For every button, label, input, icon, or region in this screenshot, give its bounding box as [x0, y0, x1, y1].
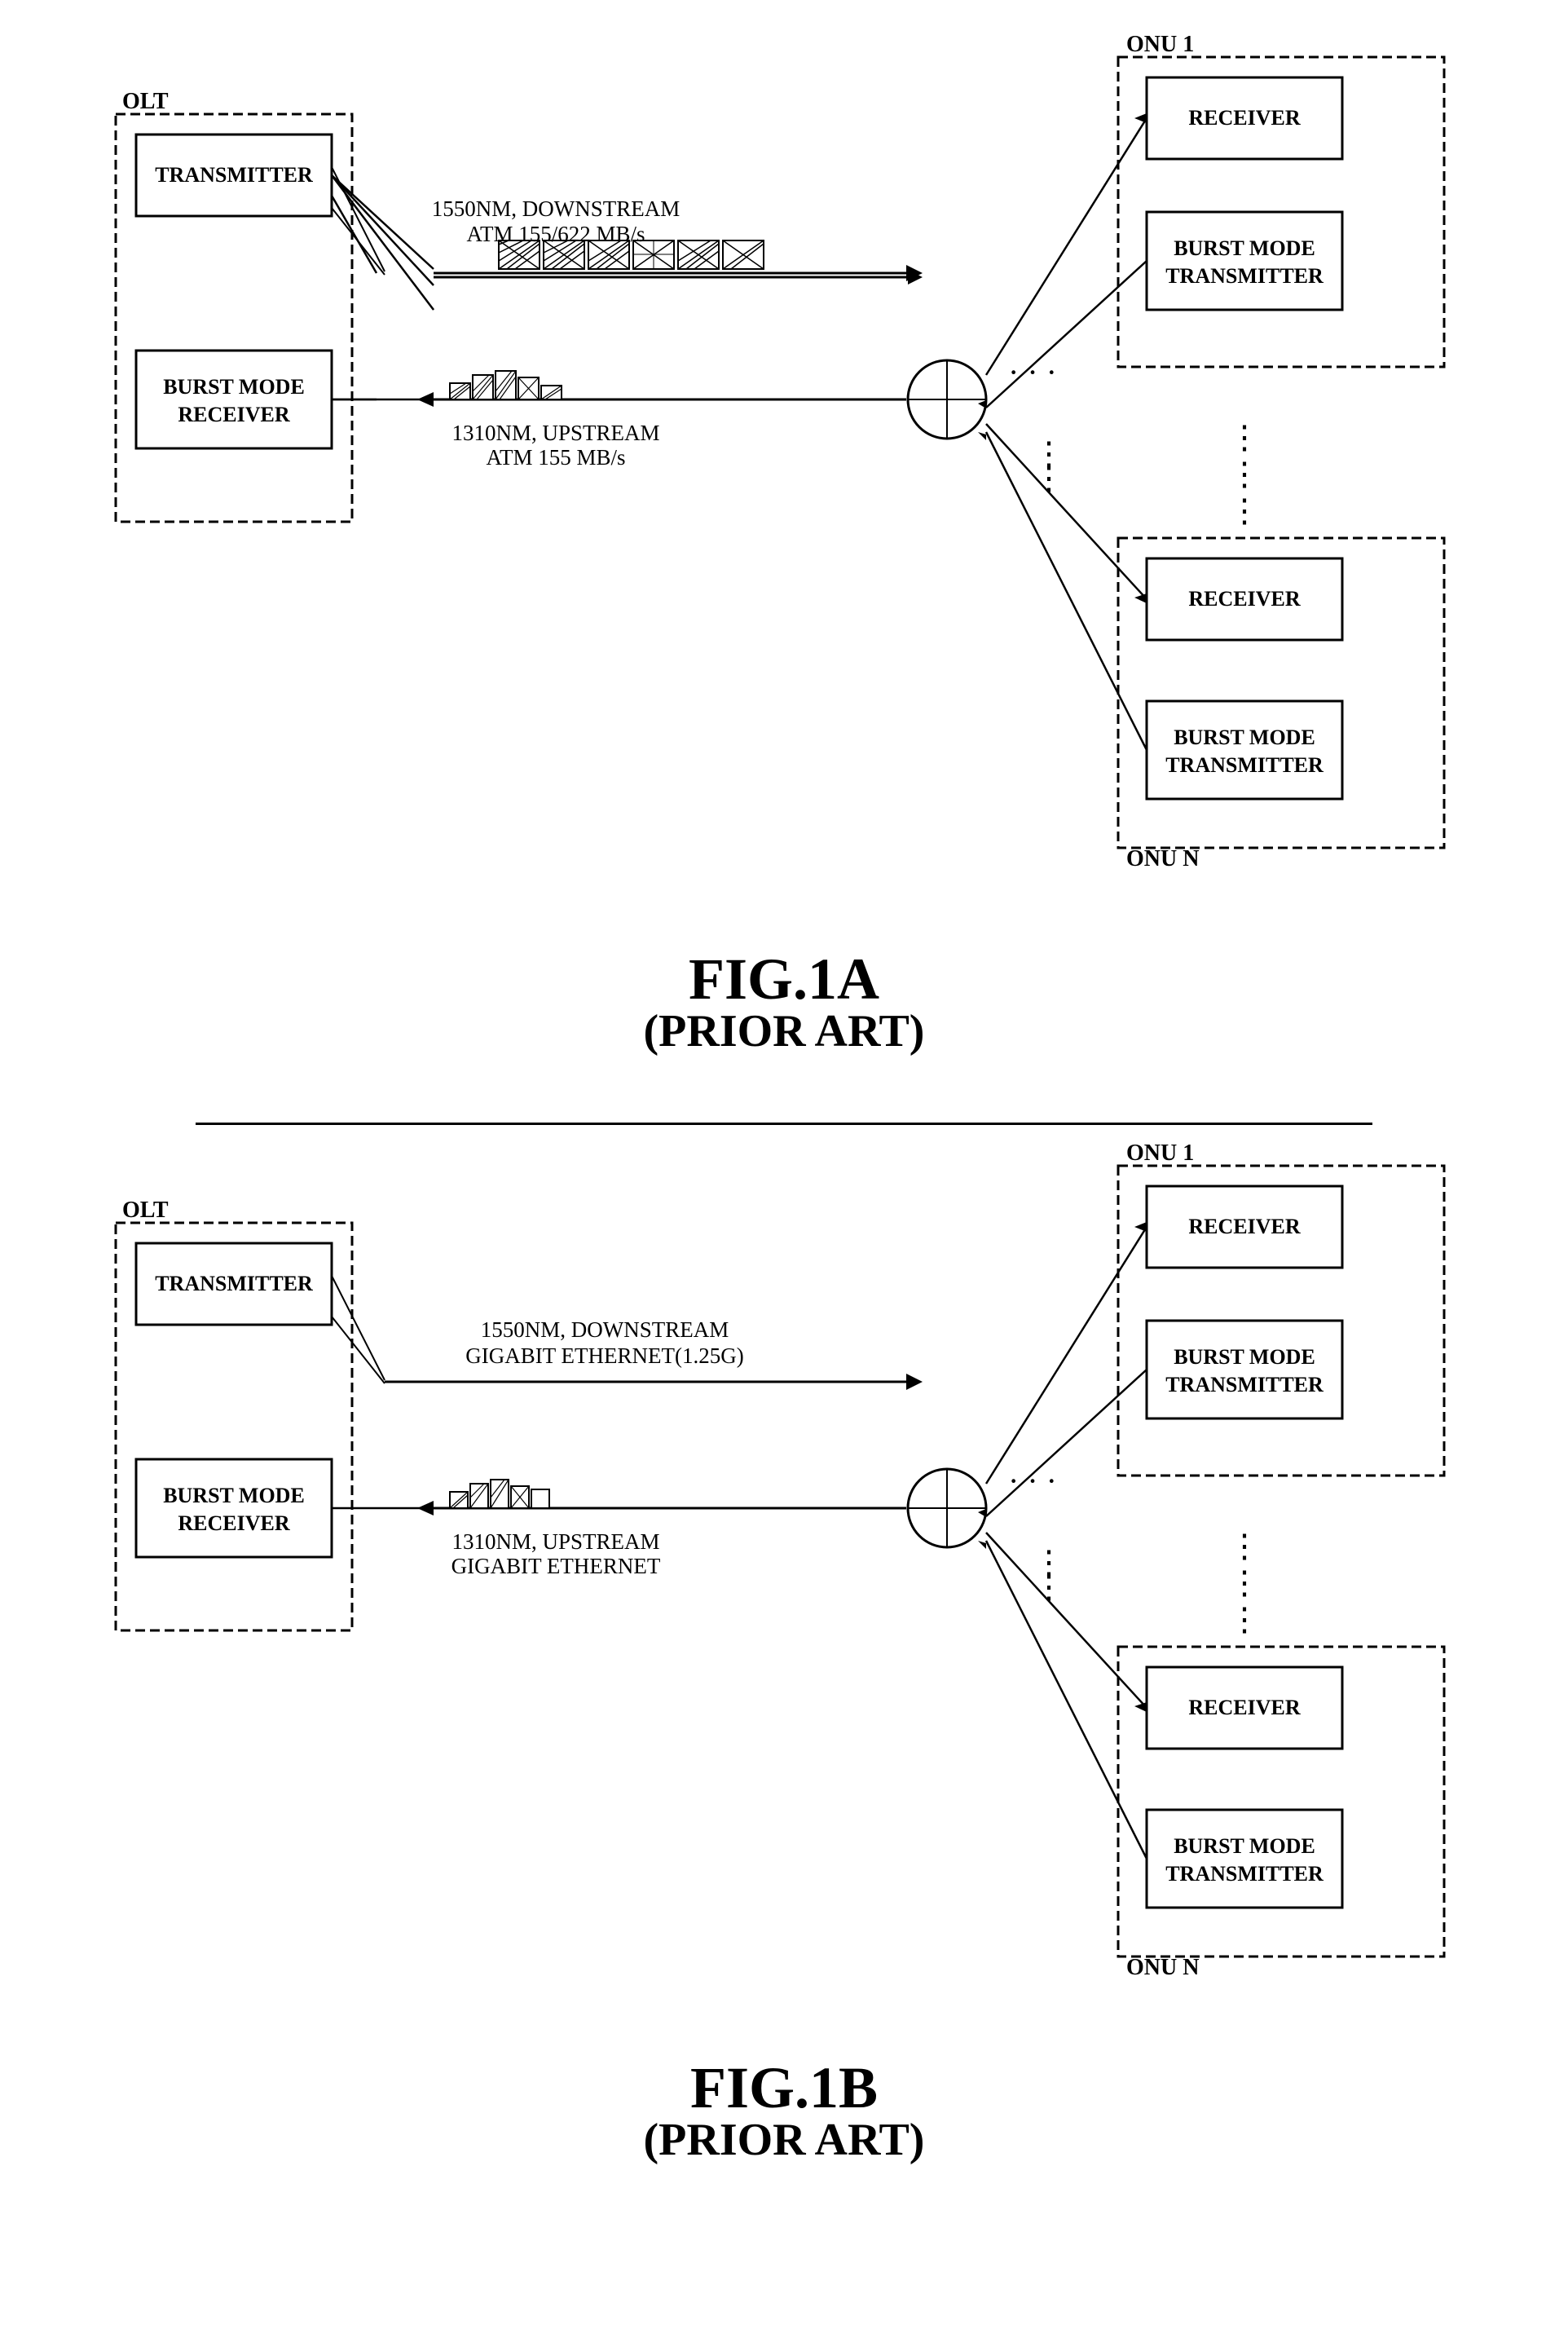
svg-text:GIGABIT ETHERNET: GIGABIT ETHERNET [451, 1554, 661, 1578]
svg-text:BURST MODE: BURST MODE [163, 375, 305, 399]
svg-text:TRANSMITTER: TRANSMITTER [1165, 753, 1324, 777]
fig1b-number: FIG.1B [644, 2054, 925, 2122]
svg-text:⋮: ⋮ [1228, 1528, 1261, 1564]
fig1a-sub: (PRIOR ART) [644, 1005, 925, 1057]
svg-text:BURST MODE: BURST MODE [1174, 1345, 1315, 1369]
svg-text:⋮: ⋮ [1228, 419, 1261, 456]
fig1a-section: OLT TRANSMITTER BURST MODE RECEIVER ONU … [49, 33, 1519, 1057]
svg-text:ONU N: ONU N [1126, 846, 1199, 871]
svg-text:RECEIVER: RECEIVER [1188, 1696, 1300, 1719]
svg-text:ONU 1: ONU 1 [1126, 32, 1194, 57]
svg-text:RECEIVER: RECEIVER [178, 403, 289, 426]
svg-text:⋮: ⋮ [1228, 456, 1261, 492]
svg-text:ATM 155 MB/s: ATM 155 MB/s [486, 445, 625, 470]
svg-text:⋮: ⋮ [1228, 1564, 1261, 1601]
svg-text:TRANSMITTER: TRANSMITTER [1165, 1373, 1324, 1396]
fig1a-number: FIG.1A [644, 946, 925, 1013]
svg-text:RECEIVER: RECEIVER [1188, 1215, 1300, 1238]
svg-text:BURST MODE: BURST MODE [163, 1484, 305, 1507]
svg-text:BURST MODE: BURST MODE [1174, 1834, 1315, 1858]
svg-text:1550NM, DOWNSTREAM: 1550NM, DOWNSTREAM [481, 1317, 729, 1342]
fig1b-sub: (PRIOR ART) [644, 2114, 925, 2166]
svg-text:TRANSMITTER: TRANSMITTER [155, 163, 313, 187]
svg-text:OLT: OLT [122, 89, 169, 114]
svg-text:1550NM, DOWNSTREAM: 1550NM, DOWNSTREAM [432, 196, 680, 221]
svg-text:· · ·: · · · [1008, 1462, 1057, 1499]
fig1a-caption: FIG.1A (PRIOR ART) [644, 946, 925, 1057]
svg-text:GIGABIT ETHERNET(1.25G): GIGABIT ETHERNET(1.25G) [465, 1343, 743, 1368]
svg-text:ONU 1: ONU 1 [1126, 1140, 1194, 1166]
fig1b-caption: FIG.1B (PRIOR ART) [644, 2054, 925, 2166]
divider [196, 1123, 1372, 1125]
fig1b-section: OLT TRANSMITTER BURST MODE RECEIVER ONU … [49, 1141, 1519, 2166]
svg-text:RECEIVER: RECEIVER [1188, 106, 1300, 130]
svg-text:⋮: ⋮ [1228, 1601, 1261, 1638]
svg-text:ATM 155/622 MB/s: ATM 155/622 MB/s [466, 222, 645, 246]
svg-text:OLT: OLT [122, 1198, 169, 1223]
svg-text:TRANSMITTER: TRANSMITTER [1165, 264, 1324, 288]
svg-text:RECEIVER: RECEIVER [1188, 587, 1300, 611]
fig1a-diagram: OLT TRANSMITTER BURST MODE RECEIVER ONU … [91, 33, 1477, 929]
svg-text:TRANSMITTER: TRANSMITTER [1165, 1862, 1324, 1886]
svg-text:1310NM, UPSTREAM: 1310NM, UPSTREAM [451, 1529, 659, 1554]
svg-text:BURST MODE: BURST MODE [1174, 726, 1315, 749]
svg-text:TRANSMITTER: TRANSMITTER [155, 1272, 313, 1295]
svg-text:1310NM, UPSTREAM: 1310NM, UPSTREAM [451, 421, 659, 445]
fig1b-diagram: OLT TRANSMITTER BURST MODE RECEIVER ONU … [91, 1141, 1477, 2038]
svg-text:BURST MODE: BURST MODE [1174, 236, 1315, 260]
svg-text:ONU N: ONU N [1126, 1955, 1199, 1980]
svg-text:⋮: ⋮ [1228, 492, 1261, 529]
svg-text:· · ·: · · · [1008, 354, 1057, 390]
svg-text:RECEIVER: RECEIVER [178, 1511, 289, 1535]
page: OLT TRANSMITTER BURST MODE RECEIVER ONU … [0, 0, 1568, 2248]
